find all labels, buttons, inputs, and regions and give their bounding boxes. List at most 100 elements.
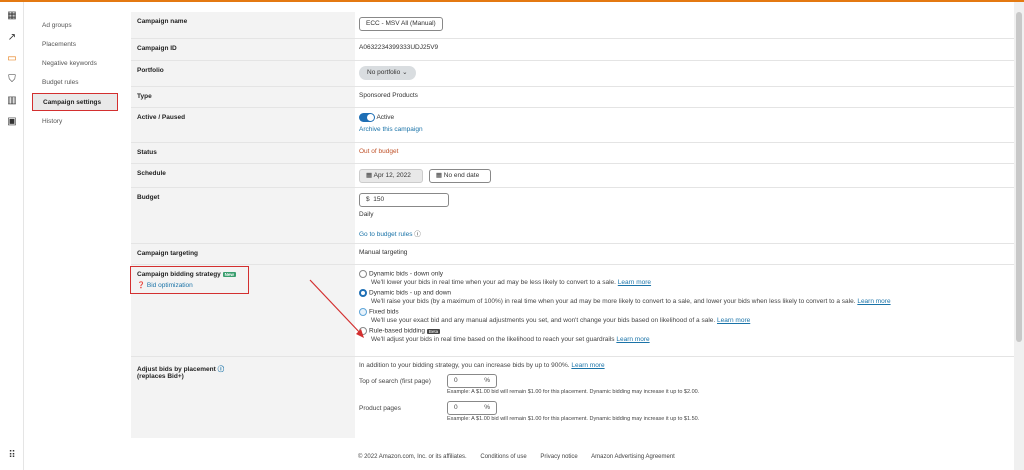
budget-input[interactable]: $ 150 (359, 193, 449, 207)
end-date: No end date (443, 172, 480, 179)
active-label: Active (376, 114, 395, 122)
privacy-link[interactable]: Privacy notice (540, 454, 577, 460)
option-title: Dynamic bids - up and down (369, 289, 452, 297)
row-campaign-id: Campaign ID A0632234399333UDJ25V9 (131, 39, 1014, 61)
option-desc: We'll lower your bids in real time when … (371, 279, 616, 286)
bidding-option-fixed[interactable]: Fixed bids We'll use your exact bid and a… (359, 308, 1010, 324)
portfolio-value: No portfolio (367, 69, 401, 76)
status-value: Out of budget (359, 148, 399, 155)
bidding-option-down-only[interactable]: Dynamic bids - down only We'll lower your… (359, 270, 1010, 286)
row-targeting: Campaign targeting Manual targeting (131, 244, 1014, 265)
end-date-input[interactable]: ▦ No end date (428, 169, 491, 183)
budget-period: Daily (359, 211, 374, 218)
info-icon: ⓘ (217, 366, 225, 373)
active-toggle[interactable] (359, 113, 375, 122)
top-of-search-example: Example: A $1.00 bid will remain $1.00 f… (447, 389, 700, 395)
currency: $ (366, 196, 370, 203)
bidding-option-up-and-down[interactable]: Dynamic bids - up and down We'll raise yo… (359, 289, 1010, 305)
row-active: Active / Paused Active Archive this campa… (131, 108, 1014, 143)
budget-rules-link[interactable]: Go to budget rules (359, 231, 412, 238)
chevron-down-icon: ⌄ (402, 69, 408, 76)
copyright: © 2022 Amazon.com, Inc. or its affiliate… (358, 454, 467, 460)
subnav-negative-keywords[interactable]: Negative keywords (32, 55, 118, 73)
product-pages-label: Product pages (359, 404, 401, 412)
campaign-subnav: Ad groups Placements Negative keywords B… (24, 2, 130, 470)
learn-more-link[interactable]: Learn more (618, 279, 651, 286)
option-title: Fixed bids (369, 308, 399, 316)
label: Campaign ID (131, 39, 355, 60)
value: 0 (454, 377, 458, 384)
calendar-icon: ▦ (366, 172, 373, 179)
label: Budget (131, 188, 355, 243)
placement-intro: In addition to your bidding strategy, yo… (359, 362, 570, 369)
label: Type (131, 87, 355, 107)
unit: % (484, 404, 490, 411)
annotation-arrow-icon (309, 279, 364, 338)
top-of-search-input[interactable]: 0% (447, 374, 497, 388)
option-desc: We'll raise your bids (by a maximum of 1… (371, 298, 856, 305)
shield-icon[interactable]: ⛉ (6, 74, 18, 85)
top-accent-bar (0, 0, 1024, 2)
option-desc: We'll use your exact bid and any manual … (371, 317, 716, 324)
beta-badge: Beta (426, 328, 441, 334)
row-schedule: Schedule ▦ Apr 12, 2022 ▦ No end date (131, 164, 1014, 188)
row-bidding-strategy: Campaign bidding strategy New ❓ Bid opti… (131, 265, 1014, 357)
row-status: Status Out of budget (131, 143, 1014, 164)
subnav-history[interactable]: History (32, 113, 118, 131)
option-desc: We'll adjust your bids in real time base… (371, 336, 615, 343)
unit: % (484, 377, 490, 384)
conditions-link[interactable]: Conditions of use (480, 454, 526, 460)
learn-more-link[interactable]: Learn more (616, 336, 649, 343)
label: Campaign name (131, 12, 355, 38)
info-icon: ⓘ (414, 231, 421, 238)
campaign-icon[interactable]: ▭ (6, 53, 18, 64)
top-of-search-label: Top of search (first page) (359, 377, 431, 385)
targeting-value: Manual targeting (359, 249, 408, 256)
subnav-ad-groups[interactable]: Ad groups (32, 17, 118, 35)
calendar-icon: ▦ (435, 172, 442, 179)
bidding-option-rule-based[interactable]: Rule-based bidding Beta We'll adjust your… (359, 327, 1010, 343)
learn-more-link[interactable]: Learn more (857, 298, 890, 305)
portfolio-dropdown[interactable]: No portfolio ⌄ (359, 66, 416, 80)
label: Status (131, 143, 355, 163)
start-date-input: ▦ Apr 12, 2022 (359, 169, 423, 183)
label: Campaign targeting (131, 244, 355, 264)
label: Schedule (131, 164, 355, 187)
settings-table: Campaign name ECC - MSV All (Manual) Cam… (131, 12, 1014, 438)
footer: © 2022 Amazon.com, Inc. or its affiliate… (358, 454, 687, 460)
reports-icon[interactable]: ▥ (6, 95, 18, 106)
row-type: Type Sponsored Products (131, 87, 1014, 108)
highlight-box (130, 266, 249, 294)
value: 0 (454, 404, 458, 411)
subnav-campaign-settings[interactable]: Campaign settings (32, 93, 118, 111)
row-placement-adjust: Adjust bids by placement ⓘ (replaces Bid+… (131, 357, 1014, 438)
campaign-name-input[interactable]: ECC - MSV All (Manual) (359, 17, 443, 31)
label: Adjust bids by placement (137, 366, 216, 373)
budget-value: 150 (373, 196, 385, 203)
media-icon[interactable]: ▣ (6, 116, 18, 127)
archive-campaign-link[interactable]: Archive this campaign (359, 126, 1010, 133)
dashboard-icon[interactable]: ▦ (6, 10, 18, 21)
campaign-id-value: A0632234399333UDJ25V9 (359, 44, 439, 51)
row-budget: Budget $ 150 Daily Go to budget rules ⓘ (131, 188, 1014, 244)
trend-icon[interactable]: ↗ (6, 32, 18, 43)
icon-rail: ▦ ↗ ▭ ⛉ ▥ ▣ ⠿ (0, 2, 24, 470)
product-pages-example: Example: A $1.00 bid will remain $1.00 f… (447, 416, 700, 422)
scrollbar[interactable] (1014, 2, 1024, 470)
apps-grid-icon[interactable]: ⠿ (6, 450, 18, 461)
subnav-placements[interactable]: Placements (32, 36, 118, 54)
subnav-budget-rules[interactable]: Budget rules (32, 74, 118, 92)
learn-more-link[interactable]: Learn more (717, 317, 750, 324)
start-date: Apr 12, 2022 (373, 172, 411, 179)
scrollbar-thumb[interactable] (1016, 12, 1022, 342)
row-campaign-name: Campaign name ECC - MSV All (Manual) (131, 12, 1014, 39)
label: Portfolio (131, 61, 355, 86)
type-value: Sponsored Products (359, 92, 418, 99)
learn-more-link[interactable]: Learn more (571, 362, 604, 369)
agreement-link[interactable]: Amazon Advertising Agreement (591, 454, 675, 460)
sublabel: (replaces Bid+) (137, 373, 184, 380)
option-title: Dynamic bids - down only (369, 270, 444, 278)
product-pages-input[interactable]: 0% (447, 401, 497, 415)
row-portfolio: Portfolio No portfolio ⌄ (131, 61, 1014, 87)
option-title: Rule-based bidding (369, 327, 426, 335)
